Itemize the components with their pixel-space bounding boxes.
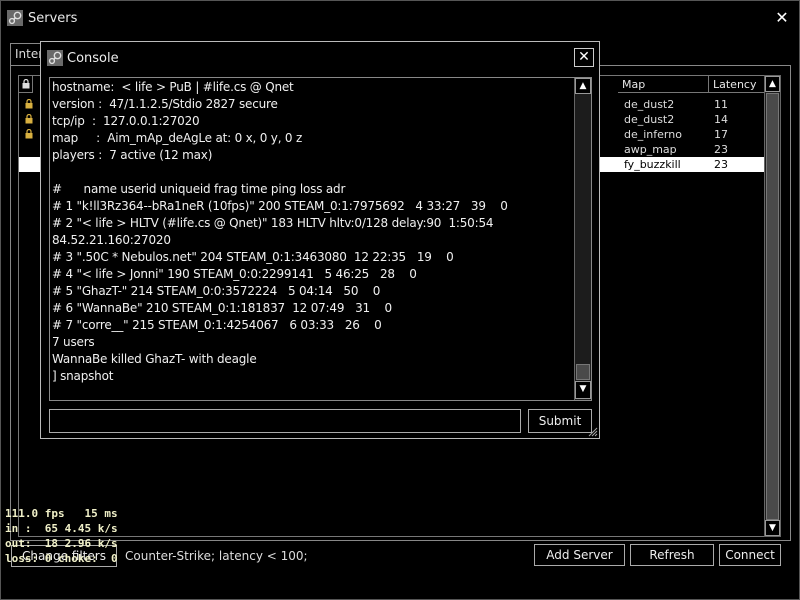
add-server-label: Add Server [546, 548, 613, 562]
steam-icon [47, 50, 63, 66]
console-line: 7 users [52, 335, 95, 349]
console-line: # 1 "k!ll3Rz364--bRa1neR (10fps)" 200 ST… [52, 199, 508, 213]
console-line: map : Aim_mAp_deAgLe at: 0 x, 0 y, 0 z [52, 131, 303, 145]
row-map: awp_map [624, 143, 677, 156]
filter-summary: Counter-Strike; latency < 100; [125, 549, 308, 563]
console-line: # 4 "< life > Jonni" 190 STEAM_0:0:22991… [52, 267, 417, 281]
column-header-latency[interactable]: Latency [709, 76, 765, 93]
console-line: hostname: < life > PuB | #life.cs @ Qnet [52, 80, 294, 94]
net-graph-fps: 111.0 fps 15 ms [5, 507, 118, 520]
net-graph-loss: loss: 0 choke: 0 [5, 552, 118, 565]
console-line: # 5 "GhazT-" 214 STEAM_0:0:3572224 5 04:… [52, 284, 381, 298]
row-map: de_dust2 [624, 98, 675, 111]
console-line: players : 7 active (12 max) [52, 148, 213, 162]
submit-label: Submit [538, 414, 582, 428]
steam-icon [7, 10, 23, 26]
arrow-up-icon: ▲ [579, 81, 587, 91]
row-latency: 14 [714, 113, 728, 126]
row-latency: 23 [714, 143, 728, 156]
column-header-map[interactable]: Map [618, 76, 709, 93]
console-line: # 6 "WannaBe" 210 STEAM_0:1:181837 12 07… [52, 301, 392, 315]
row-map: de_dust2 [624, 113, 675, 126]
console-line: WannaBe killed GhazT- with deagle [52, 352, 257, 366]
console-line: tcp/ip : 127.0.0.1:27020 [52, 114, 200, 128]
arrow-down-icon: ▼ [579, 384, 587, 394]
close-window-button[interactable]: ✕ [774, 10, 790, 26]
column-label-latency: Latency [713, 78, 757, 91]
scroll-down-button[interactable]: ▼ [765, 520, 780, 536]
console-command-input[interactable] [49, 409, 521, 433]
console-line: ] snapshot [52, 369, 114, 383]
row-map: fy_buzzkill [624, 158, 681, 171]
lock-icon [25, 114, 33, 124]
lock-icon [22, 79, 30, 89]
lock-icon [25, 129, 33, 139]
console-line: 84.52.21.160:27020 [52, 233, 171, 247]
console-line: # 2 "< life > HLTV (#life.cs @ Qnet)" 18… [52, 216, 494, 230]
console-dialog: Console ✕ hostname: < life > PuB | #life… [40, 41, 600, 439]
scroll-thumb[interactable] [576, 364, 590, 380]
resize-grip-icon[interactable] [586, 425, 598, 437]
connect-label: Connect [725, 548, 775, 562]
window-title: Servers [28, 11, 78, 26]
tab-label: Inter [15, 47, 44, 61]
console-scrollbar[interactable]: ▲ ▼ [574, 78, 591, 400]
console-output[interactable]: hostname: < life > PuB | #life.cs @ Qnet… [49, 77, 592, 401]
console-title: Console [67, 51, 119, 66]
console-close-button[interactable]: ✕ [574, 48, 594, 67]
row-latency: 11 [714, 98, 728, 111]
scroll-thumb[interactable] [766, 93, 779, 520]
refresh-button[interactable]: Refresh [630, 544, 714, 566]
console-line: # 7 "corre__" 215 STEAM_0:1:4254067 6 03… [52, 318, 382, 332]
lock-column-header[interactable] [19, 76, 33, 93]
row-latency: 23 [714, 158, 728, 171]
close-icon: ✕ [578, 49, 590, 65]
arrow-up-icon: ▲ [769, 79, 776, 89]
net-graph: 111.0 fps 15 ms in : 65 4.45 k/s out: 18… [5, 506, 118, 566]
net-graph-out: out: 18 2.96 k/s [5, 537, 118, 550]
add-server-button[interactable]: Add Server [534, 544, 625, 566]
lock-icon [25, 99, 33, 109]
scroll-up-button[interactable]: ▲ [765, 76, 780, 92]
submit-button[interactable]: Submit [528, 409, 592, 433]
row-latency: 17 [714, 128, 728, 141]
console-line: # name userid uniqueid frag time ping lo… [52, 182, 346, 196]
close-icon: ✕ [775, 8, 789, 27]
net-graph-in: in : 65 4.45 k/s [5, 522, 118, 535]
scroll-down-button[interactable]: ▼ [575, 381, 591, 399]
connect-button[interactable]: Connect [719, 544, 781, 566]
refresh-label: Refresh [649, 548, 695, 562]
arrow-down-icon: ▼ [769, 523, 776, 533]
console-line: # 3 ".50C * Nebulos.net" 204 STEAM_0:1:3… [52, 250, 454, 264]
console-line: version : 47/1.1.2.5/Stdio 2827 secure [52, 97, 278, 111]
row-map: de_inferno [624, 128, 682, 141]
server-list-scrollbar[interactable]: ▲ ▼ [764, 75, 781, 537]
column-label-map: Map [622, 78, 646, 91]
scroll-up-button[interactable]: ▲ [575, 78, 591, 94]
